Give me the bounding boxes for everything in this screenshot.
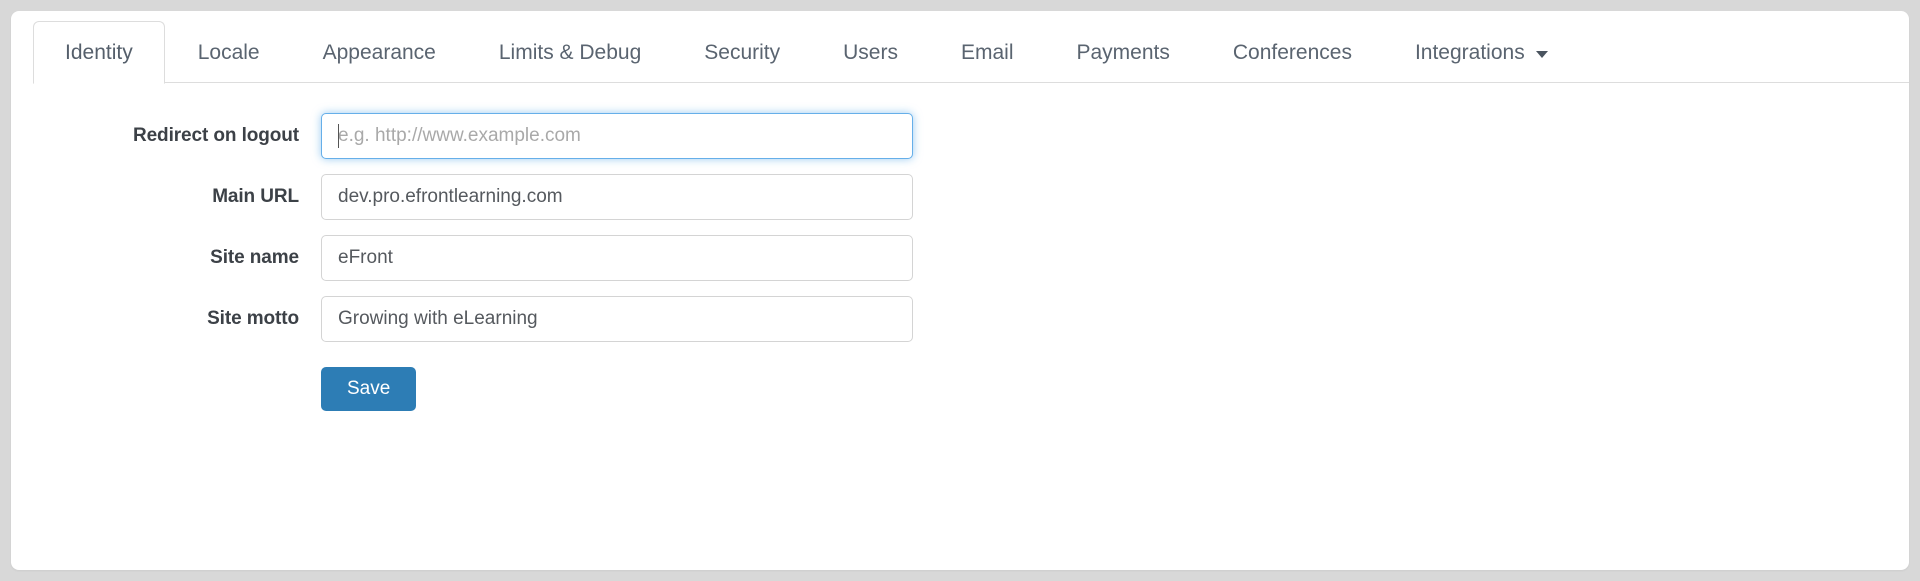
tab-payments-label: Payments [1076,40,1170,64]
tab-locale[interactable]: Locale [168,21,290,83]
tab-users[interactable]: Users [813,21,928,83]
label-redirect-on-logout: Redirect on logout [132,125,299,146]
tab-list: Identity Locale Appearance Limits & Debu… [33,11,1909,84]
form-row-main-url: Main URL [11,174,1909,220]
text-cursor [338,124,339,148]
form-row-site-name: Site name [11,235,1909,281]
form-row-site-motto: Site motto [11,296,1909,342]
form-actions: Save [11,367,1909,411]
tab-identity[interactable]: Identity [33,21,165,84]
tab-payments[interactable]: Payments [1047,21,1200,83]
form-row-redirect-on-logout: Redirect on logout [11,113,1909,159]
save-button[interactable]: Save [321,367,417,411]
tab-appearance-label: Appearance [322,40,436,64]
tab-locale-label: Locale [197,40,260,64]
redirect-on-logout-input[interactable] [321,113,913,159]
tab-integrations-label: Integrations [1414,40,1525,64]
site-name-input[interactable] [321,235,913,281]
tab-identity-label: Identity [65,41,133,64]
settings-tabbar: Identity Locale Appearance Limits & Debu… [11,11,1909,84]
label-site-motto: Site motto [207,308,299,329]
tab-email-label: Email [960,40,1014,64]
tab-limits-debug[interactable]: Limits & Debug [469,21,671,83]
settings-panel: Identity Locale Appearance Limits & Debu… [11,11,1909,570]
tab-email[interactable]: Email [931,21,1044,83]
tab-limits-debug-label: Limits & Debug [498,40,642,64]
tab-users-label: Users [843,40,898,64]
identity-settings-form: Redirect on logout Main URL Site name [11,83,1909,411]
tab-conferences[interactable]: Conferences [1203,21,1382,83]
input-wrap-site-motto [321,296,913,342]
input-wrap-redirect-on-logout [321,113,913,159]
tab-integrations[interactable]: Integrations [1385,21,1578,83]
input-wrap-site-name [321,235,913,281]
label-site-name: Site name [210,247,299,268]
main-url-input[interactable] [321,174,913,220]
tab-security-label: Security [704,40,781,64]
site-motto-input[interactable] [321,296,913,342]
tab-security[interactable]: Security [674,21,810,83]
tab-appearance[interactable]: Appearance [293,21,466,83]
page-background: Identity Locale Appearance Limits & Debu… [0,0,1920,581]
chevron-down-icon [1535,50,1548,58]
label-main-url: Main URL [212,186,299,207]
input-wrap-main-url [321,174,913,220]
tab-conferences-label: Conferences [1232,40,1352,64]
